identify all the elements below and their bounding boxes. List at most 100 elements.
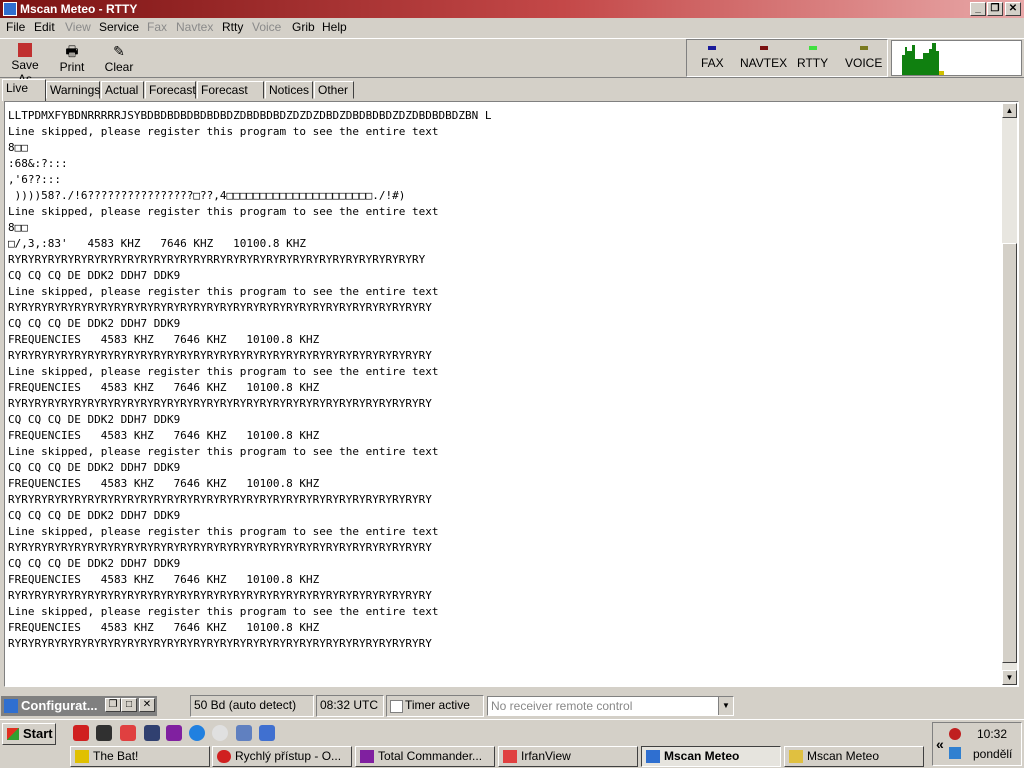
clock-time: 10:32 — [977, 727, 1008, 741]
config-maximize-button[interactable]: □ — [121, 698, 137, 712]
text-line: RYRYRYRYRYRYRYRYRYRYRYRYRYRYRYRYRYRYRYRY… — [8, 349, 432, 362]
checkbox-icon — [390, 700, 403, 713]
menu-service[interactable]: Service — [99, 20, 139, 34]
shield-icon[interactable] — [144, 725, 160, 741]
tab-notices[interactable]: Notices — [265, 81, 313, 99]
mode-voice[interactable]: VOICE — [845, 46, 882, 70]
media-icon[interactable] — [212, 725, 228, 741]
minimize-button[interactable]: _ — [970, 2, 986, 16]
mode-fax[interactable]: FAX — [701, 46, 724, 70]
restore-button[interactable]: ❐ — [987, 2, 1003, 16]
minimized-configuration-window[interactable]: Configurat... ❐ □ ✕ — [1, 696, 157, 716]
text-line: CQ CQ CQ DE DDK2 DDH7 DDK9 — [8, 509, 181, 522]
text-line: FREQUENCIES 4583 KHZ 7646 KHZ 10100.8 KH… — [8, 381, 320, 394]
mode-navtex[interactable]: NAVTEX — [740, 46, 787, 70]
print-button[interactable]: 🖶 Print — [58, 41, 86, 77]
menu-grib[interactable]: Grib — [292, 20, 315, 34]
opera-icon[interactable] — [73, 725, 89, 741]
config-close-button[interactable]: ✕ — [139, 698, 155, 712]
text-line: Line skipped, please register this progr… — [8, 605, 439, 618]
task-the-bat[interactable]: The Bat! — [70, 746, 210, 767]
text-line: CQ CQ CQ DE DDK2 DDH7 DDK9 — [8, 269, 181, 282]
text-line: ))))58?./!6????????????????□??,4□□□□□□□□… — [8, 189, 406, 202]
start-button[interactable]: Start — [2, 723, 56, 745]
tab-bar: Live Warnings Actual Forecast Forecast 5… — [0, 79, 1024, 113]
clock-day: pondělí — [973, 747, 1013, 761]
navtex-led-icon — [759, 46, 768, 50]
menu-rtty[interactable]: Rtty — [222, 20, 243, 34]
text-line: 8□□ — [8, 141, 28, 154]
signal-scope — [891, 40, 1022, 76]
text-line: RYRYRYRYRYRYRYRYRYRYRYRYRYRYRYRYRYRYRYRY… — [8, 397, 432, 410]
text-line: Line skipped, please register this progr… — [8, 445, 439, 458]
menu-navtex[interactable]: Navtex — [176, 20, 213, 34]
tab-live[interactable]: Live — [2, 79, 46, 101]
spectrum-graph — [902, 43, 944, 75]
task-irfanview[interactable]: IrfanView — [498, 746, 638, 767]
taskbar: Start The Bat! Rychlý přístup - O... Tot… — [0, 719, 1024, 768]
settings-icon[interactable] — [259, 725, 275, 741]
tab-forecast-5d[interactable]: Forecast 5d — [197, 81, 264, 113]
total-commander-icon[interactable] — [166, 725, 182, 741]
text-line: FREQUENCIES 4583 KHZ 7646 KHZ 10100.8 KH… — [8, 573, 320, 586]
task-mscan-meteo-active[interactable]: Mscan Meteo — [641, 746, 781, 767]
receiver-select[interactable]: No receiver remote control ▼ — [487, 696, 734, 716]
menu-fax[interactable]: Fax — [147, 20, 167, 34]
text-line: 8□□ — [8, 221, 28, 234]
timer-active-checkbox[interactable]: Timer active — [386, 695, 484, 717]
text-line: CQ CQ CQ DE DDK2 DDH7 DDK9 — [8, 317, 181, 330]
title-bar: Mscan Meteo - RTTY _ ❐ ✕ — [0, 0, 1024, 18]
tab-other[interactable]: Other — [314, 81, 354, 99]
scroll-up-icon[interactable]: ▲ — [1002, 103, 1017, 118]
tab-forecast[interactable]: Forecast — [145, 81, 196, 99]
menu-edit[interactable]: Edit — [34, 20, 55, 34]
close-button[interactable]: ✕ — [1005, 2, 1021, 16]
print-label: Print — [59, 60, 85, 74]
opera-task-icon — [217, 750, 231, 763]
rtty-text-area[interactable]: LLTPDMXFYBDNRRRRRJSYBDBDBDBDBDBDBDZDBDBD… — [4, 101, 1019, 687]
menu-help[interactable]: Help — [322, 20, 347, 34]
the-bat-icon — [75, 750, 89, 763]
scroll-down-icon[interactable]: ▼ — [1002, 670, 1017, 685]
antivirus-icon[interactable] — [949, 728, 961, 740]
scroll-thumb[interactable] — [1002, 243, 1017, 663]
text-line: RYRYRYRYRYRYRYRYRYRYRYRYRYRYRYRYRYRYRYRY… — [8, 589, 432, 602]
text-line: LLTPDMXFYBDNRRRRRJSYBDBDBDBDBDBDBDZDBDBD… — [8, 109, 492, 122]
text-line: Line skipped, please register this progr… — [8, 285, 439, 298]
clear-label: Clear — [104, 60, 134, 74]
text-line: ,'6??::: — [8, 173, 61, 186]
tab-warnings[interactable]: Warnings — [46, 81, 100, 99]
text-line: CQ CQ CQ DE DDK2 DDH7 DDK9 — [8, 557, 181, 570]
text-line: RYRYRYRYRYRYRYRYRYRYRYRYRYRYRYRYRYRYRYRY… — [8, 541, 432, 554]
printer-icon: 🖶 — [65, 43, 79, 59]
config-restore-button[interactable]: ❐ — [105, 698, 121, 712]
irfanview-icon[interactable] — [120, 725, 136, 741]
app-quicklaunch-icon[interactable] — [96, 725, 112, 741]
text-line: :68&:?::: — [8, 157, 68, 170]
network-icon[interactable] — [949, 747, 961, 759]
app-icon — [3, 2, 17, 16]
menu-view[interactable]: View — [65, 20, 91, 34]
task-total-commander[interactable]: Total Commander... — [355, 746, 495, 767]
help-task-icon — [789, 750, 803, 763]
task-mscan-meteo[interactable]: Mscan Meteo — [784, 746, 924, 767]
dropdown-arrow-icon[interactable]: ▼ — [718, 697, 733, 715]
task-rychly-pristup[interactable]: Rychlý přístup - O... — [212, 746, 352, 767]
save-as-button[interactable]: Save As — [4, 41, 46, 86]
mode-indicators: FAX NAVTEX RTTY VOICE — [686, 39, 888, 77]
total-commander-task-icon — [360, 750, 374, 763]
clear-button[interactable]: ✎ Clear — [104, 41, 134, 77]
vertical-scrollbar[interactable]: ▲ ▼ — [1002, 103, 1017, 685]
menu-voice[interactable]: Voice — [252, 20, 281, 34]
voice-led-icon — [859, 46, 868, 50]
rtty-led-icon — [808, 46, 817, 50]
tab-actual[interactable]: Actual — [101, 81, 144, 99]
text-line: RYRYRYRYRYRYRYRYRYRYRYRYRYRYRYRYRYRYRYRY… — [8, 301, 432, 314]
mode-rtty[interactable]: RTTY — [797, 46, 828, 70]
config-window-icon — [4, 699, 18, 713]
document-icon[interactable] — [236, 725, 252, 741]
menu-file[interactable]: File — [6, 20, 25, 34]
windows-logo-icon — [7, 728, 19, 740]
text-line: FREQUENCIES 4583 KHZ 7646 KHZ 10100.8 KH… — [8, 621, 320, 634]
globe-icon[interactable] — [189, 725, 205, 741]
